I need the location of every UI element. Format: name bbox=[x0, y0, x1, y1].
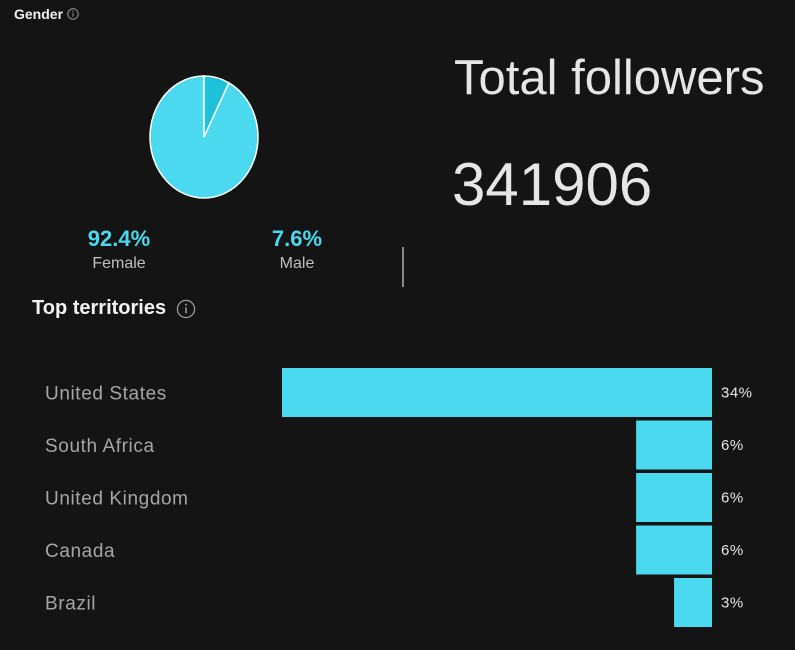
male-stat: 7.6% Male bbox=[252, 226, 342, 274]
male-label: Male bbox=[279, 255, 315, 272]
female-label: Female bbox=[92, 255, 146, 272]
value-label: 3% bbox=[721, 595, 744, 612]
info-icon[interactable] bbox=[176, 299, 196, 319]
category-label: Canada bbox=[45, 541, 115, 562]
divider bbox=[402, 247, 404, 287]
total-followers-title: Total followers bbox=[454, 51, 765, 105]
bar bbox=[282, 368, 712, 417]
male-percentage: 7.6% bbox=[271, 226, 323, 251]
bar bbox=[636, 473, 712, 522]
category-label: South Africa bbox=[45, 436, 155, 457]
gender-title: Gender bbox=[14, 6, 64, 22]
female-stat: 92.4% Female bbox=[74, 226, 164, 274]
category-label: United States bbox=[45, 384, 167, 405]
territories-header: Top territories bbox=[32, 297, 196, 320]
bar bbox=[636, 525, 712, 575]
total-followers-value: 341906 bbox=[452, 151, 653, 218]
value-label: 6% bbox=[721, 437, 744, 454]
bar bbox=[636, 420, 712, 470]
value-label: 6% bbox=[721, 542, 744, 559]
gender-header: Gender bbox=[14, 6, 79, 22]
category-label: United Kingdom bbox=[45, 489, 189, 510]
value-label: 6% bbox=[721, 490, 744, 507]
female-percentage: 92.4% bbox=[87, 226, 151, 251]
info-icon[interactable] bbox=[67, 8, 79, 20]
audience-panel: Gender 92.4% Female 7.6% Male Total foll… bbox=[0, 0, 795, 650]
value-label: 34% bbox=[721, 385, 753, 402]
category-label: Brazil bbox=[45, 594, 96, 615]
territories-title: Top territories bbox=[32, 297, 167, 319]
gender-pie-chart bbox=[148, 74, 260, 200]
pie-svg bbox=[149, 75, 259, 199]
bar bbox=[674, 578, 712, 627]
